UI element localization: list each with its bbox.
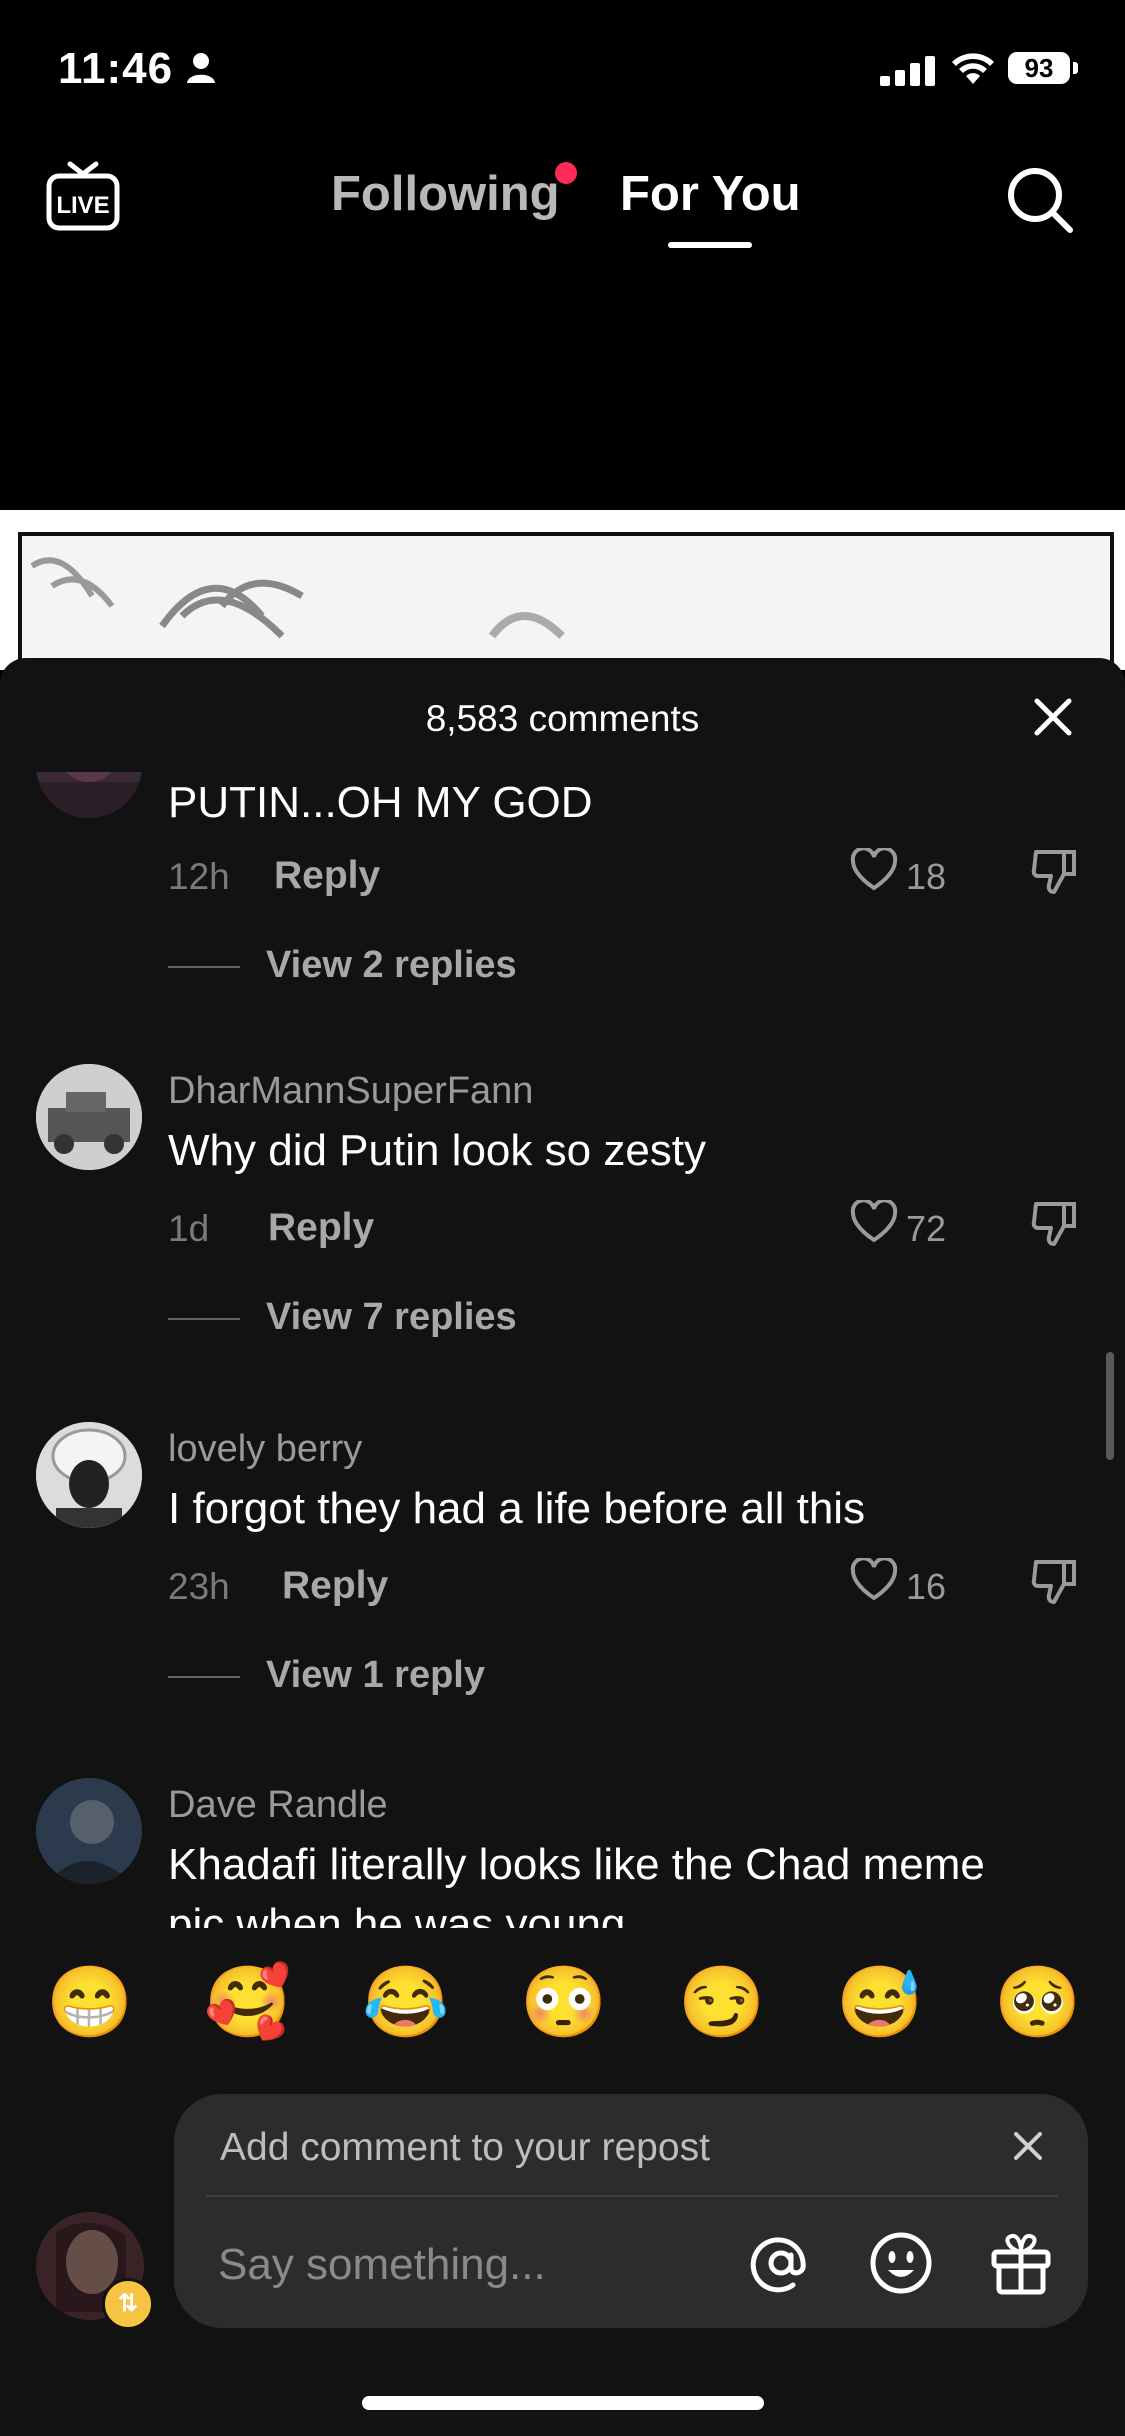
- reply-button[interactable]: Reply: [274, 854, 380, 898]
- video-sketch-image: [30, 557, 565, 639]
- tab-following[interactable]: Following: [331, 166, 560, 222]
- avatar[interactable]: [36, 1422, 142, 1528]
- scrollbar[interactable]: [1106, 1352, 1114, 1460]
- composer-divider: [206, 2195, 1058, 2197]
- view-replies-button[interactable]: View 2 replies: [266, 944, 517, 987]
- avatar[interactable]: [36, 772, 142, 818]
- comment-age: 1d: [168, 1208, 210, 1249]
- cellular-signal-icon: [880, 56, 935, 86]
- emoji-pleading-button[interactable]: 🥺: [994, 1962, 1081, 2042]
- comment-text: Khadafi literally looks like the Chad me…: [168, 1840, 985, 1889]
- like-count: 16: [906, 1566, 947, 1607]
- heart-icon[interactable]: [850, 1558, 898, 1602]
- comment-age: 23h: [168, 1566, 230, 1607]
- view-replies-button[interactable]: View 7 replies: [266, 1296, 517, 1339]
- gift-icon[interactable]: [988, 2230, 1054, 2296]
- emoji-smirk-button[interactable]: 😏: [678, 1962, 765, 2042]
- view-replies-button[interactable]: View 1 reply: [266, 1654, 485, 1697]
- comment-username[interactable]: lovely berry: [168, 1428, 362, 1471]
- search-icon[interactable]: [1004, 164, 1076, 236]
- comment-text: Why did Putin look so zesty: [168, 1126, 707, 1175]
- repost-icon: ⇅: [102, 2278, 154, 2330]
- person-icon: [187, 53, 215, 83]
- notification-dot: [555, 162, 577, 184]
- emoji-picker-icon[interactable]: [868, 2230, 934, 2296]
- battery-nub: [1073, 62, 1078, 74]
- replies-divider: [168, 966, 240, 968]
- repost-label: Add comment to your repost: [220, 2126, 710, 2169]
- heart-icon[interactable]: [850, 1200, 898, 1244]
- comment-username[interactable]: Dave Randle: [168, 1784, 388, 1827]
- emoji-grin-button[interactable]: 😁: [46, 1962, 133, 2042]
- like-count: 18: [906, 856, 947, 897]
- emoji-flushed-button[interactable]: 😳: [520, 1962, 607, 2042]
- battery-indicator: 93: [1008, 52, 1070, 84]
- mention-icon[interactable]: [748, 2230, 814, 2296]
- heart-icon[interactable]: [850, 848, 898, 892]
- comment-input[interactable]: [216, 2232, 690, 2298]
- reply-button[interactable]: Reply: [282, 1564, 388, 1608]
- comment-username[interactable]: DharMannSuperFann: [168, 1070, 533, 1113]
- emoji-hearts-button[interactable]: 🥰: [204, 1962, 291, 2042]
- dislike-icon[interactable]: [1030, 1200, 1078, 1246]
- comments-list[interactable]: PUTIN...OH MY GOD 12h Reply 18 View 2 re…: [0, 772, 1125, 1928]
- status-time: 11:46: [58, 44, 174, 93]
- video-frame: [18, 532, 1114, 676]
- comment-age: 12h: [168, 856, 230, 897]
- emoji-joy-button[interactable]: 😂: [362, 1962, 449, 2042]
- like-count: 72: [906, 1208, 947, 1249]
- dislike-icon[interactable]: [1030, 848, 1078, 894]
- replies-divider: [168, 1318, 240, 1320]
- active-tab-indicator: [668, 242, 752, 248]
- emoji-sweat-smile-button[interactable]: 😅: [836, 1962, 923, 2042]
- home-indicator[interactable]: [362, 2396, 764, 2410]
- comments-count: 8,583 comments: [425, 698, 700, 739]
- comment-text: PUTIN...OH MY GOD: [168, 778, 593, 827]
- avatar[interactable]: [36, 1064, 142, 1170]
- tab-for-you[interactable]: For You: [620, 166, 801, 222]
- comment-text-line-2: pic when he was young: [168, 1900, 626, 1928]
- live-icon-label: LIVE: [56, 192, 109, 219]
- live-icon[interactable]: LIVE: [44, 158, 122, 236]
- dislike-icon[interactable]: [1030, 1558, 1078, 1604]
- reply-button[interactable]: Reply: [268, 1206, 374, 1250]
- close-repost-icon[interactable]: [1012, 2130, 1044, 2162]
- replies-divider: [168, 1676, 240, 1678]
- avatar[interactable]: [36, 1778, 142, 1884]
- comment-text: I forgot they had a life before all this: [168, 1484, 866, 1533]
- wifi-icon: [952, 53, 994, 84]
- close-icon[interactable]: [1032, 696, 1074, 738]
